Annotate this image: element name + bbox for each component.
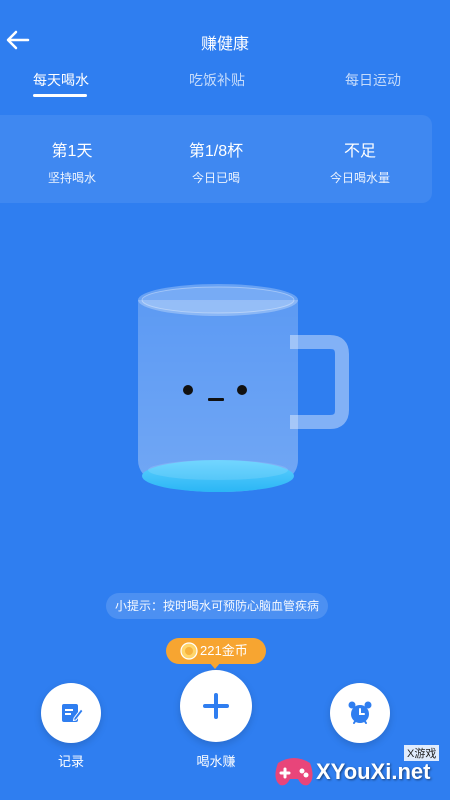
tab-drink-water[interactable]: 每天喝水 [33, 70, 89, 90]
active-tab-indicator [33, 94, 87, 97]
record-button-label: 记录 [57, 754, 84, 769]
stat-label: 今日喝水量 [329, 171, 390, 185]
coins-amount: 221金币 [200, 643, 248, 658]
drink-water-button[interactable] [180, 670, 252, 742]
drink-water-button-label: 喝水赚 [196, 754, 236, 769]
edit-icon [62, 704, 84, 722]
tab-bar: 每天喝水 吃饭补贴 每日运动 [0, 70, 450, 100]
stat-value: 第1/8杯 [188, 143, 244, 160]
page-title: 赚健康 [200, 36, 249, 53]
alarm-clock-icon [348, 701, 372, 724]
stats-card: 第1天 坚持喝水 第1/8杯 今日已喝 不足 今日喝水量 [0, 115, 432, 203]
coins-badge: 221金币 [166, 638, 266, 664]
record-button[interactable] [41, 683, 101, 743]
coins-badge-pointer [209, 662, 221, 669]
coin-icon [180, 642, 198, 660]
reminder-button[interactable] [330, 683, 390, 743]
water-cup-illustration [120, 270, 360, 510]
watermark: X游戏 XYouXi.net [270, 735, 450, 800]
tab-meal-subsidy[interactable]: 吃饭补贴 [189, 70, 245, 90]
stat-value: 第1天 [51, 143, 93, 160]
tab-daily-exercise[interactable]: 每日运动 [345, 70, 401, 90]
header: 赚健康 [0, 0, 450, 80]
gamepad-logo-icon [275, 758, 313, 786]
watermark-text: XYouXi.net [316, 759, 431, 784]
stat-label: 今日已喝 [191, 171, 240, 185]
plus-icon [203, 693, 229, 719]
stat-value: 不足 [343, 143, 376, 160]
stat-label: 坚持喝水 [47, 171, 96, 185]
tip-text: 小提示：按时喝水可预防心脑血管疾病 [106, 593, 328, 619]
